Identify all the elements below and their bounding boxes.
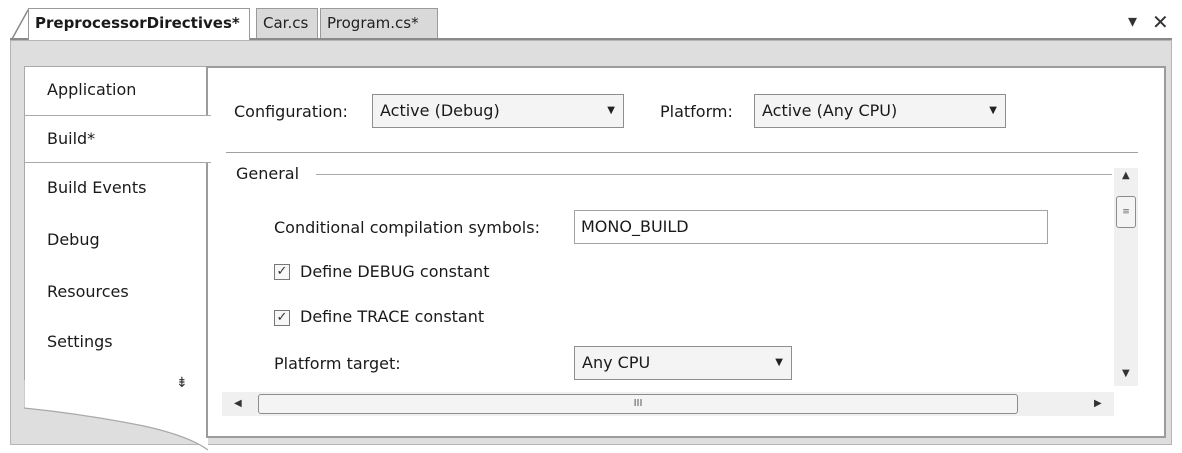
- platform-target-dropdown[interactable]: Any CPU ▼: [574, 346, 792, 380]
- group-general-heading: General: [236, 164, 300, 183]
- group-general-line: [316, 174, 1112, 175]
- chevron-down-icon: ▼: [607, 105, 615, 116]
- define-debug-label: Define DEBUG constant: [300, 262, 490, 281]
- side-tab-resources[interactable]: Resources: [25, 269, 208, 317]
- define-trace-checkbox[interactable]: ✓: [274, 310, 290, 326]
- define-trace-label: Define TRACE constant: [300, 307, 485, 326]
- configuration-dropdown[interactable]: Active (Debug) ▼: [372, 94, 624, 128]
- configuration-label: Configuration:: [234, 102, 348, 121]
- platform-value: Active (Any CPU): [762, 101, 898, 120]
- scroll-up-arrow-icon[interactable]: ▲: [1122, 170, 1130, 181]
- scroll-right-arrow-icon[interactable]: ▶: [1094, 398, 1102, 409]
- configuration-value: Active (Debug): [380, 101, 500, 120]
- scroll-left-arrow-icon[interactable]: ◀: [234, 398, 242, 409]
- side-tab-build[interactable]: Build*: [25, 115, 211, 163]
- side-tab-build-events[interactable]: Build Events: [25, 165, 208, 213]
- close-icon[interactable]: ✕: [1152, 10, 1169, 34]
- define-debug-checkbox[interactable]: ✓: [274, 264, 290, 280]
- chevron-down-icon: ▼: [775, 357, 783, 368]
- header-divider: [226, 152, 1138, 153]
- horizontal-scroll-thumb[interactable]: III: [258, 394, 1018, 414]
- side-tab-settings[interactable]: Settings: [25, 319, 208, 367]
- scroll-down-arrow-icon[interactable]: ▼: [1122, 368, 1130, 379]
- platform-dropdown[interactable]: Active (Any CPU) ▼: [754, 94, 1006, 128]
- side-tab-application[interactable]: Application: [25, 67, 208, 115]
- side-tab-scroll-down-icon[interactable]: ⇟: [176, 375, 188, 391]
- conditional-symbols-input[interactable]: MONO_BUILD: [574, 210, 1048, 244]
- platform-target-value: Any CPU: [582, 353, 651, 372]
- side-tab-debug[interactable]: Debug: [25, 217, 208, 265]
- vertical-scroll-thumb[interactable]: ≡: [1116, 196, 1136, 228]
- doc-tab-car-cs[interactable]: Car.cs: [256, 8, 318, 39]
- chevron-down-icon: ▼: [989, 105, 997, 116]
- side-tab-list: Application Build* Build Events Debug Re…: [24, 66, 211, 382]
- platform-target-label: Platform target:: [274, 354, 401, 373]
- build-settings-panel: [206, 66, 1166, 438]
- doc-tab-preprocessordirectives[interactable]: PreprocessorDirectives*: [28, 8, 250, 40]
- symbols-label: Conditional compilation symbols:: [274, 218, 540, 237]
- window-position-dropdown-icon[interactable]: ▾: [1128, 10, 1137, 34]
- doc-tab-program-cs[interactable]: Program.cs*: [320, 8, 438, 39]
- platform-label: Platform:: [660, 102, 733, 121]
